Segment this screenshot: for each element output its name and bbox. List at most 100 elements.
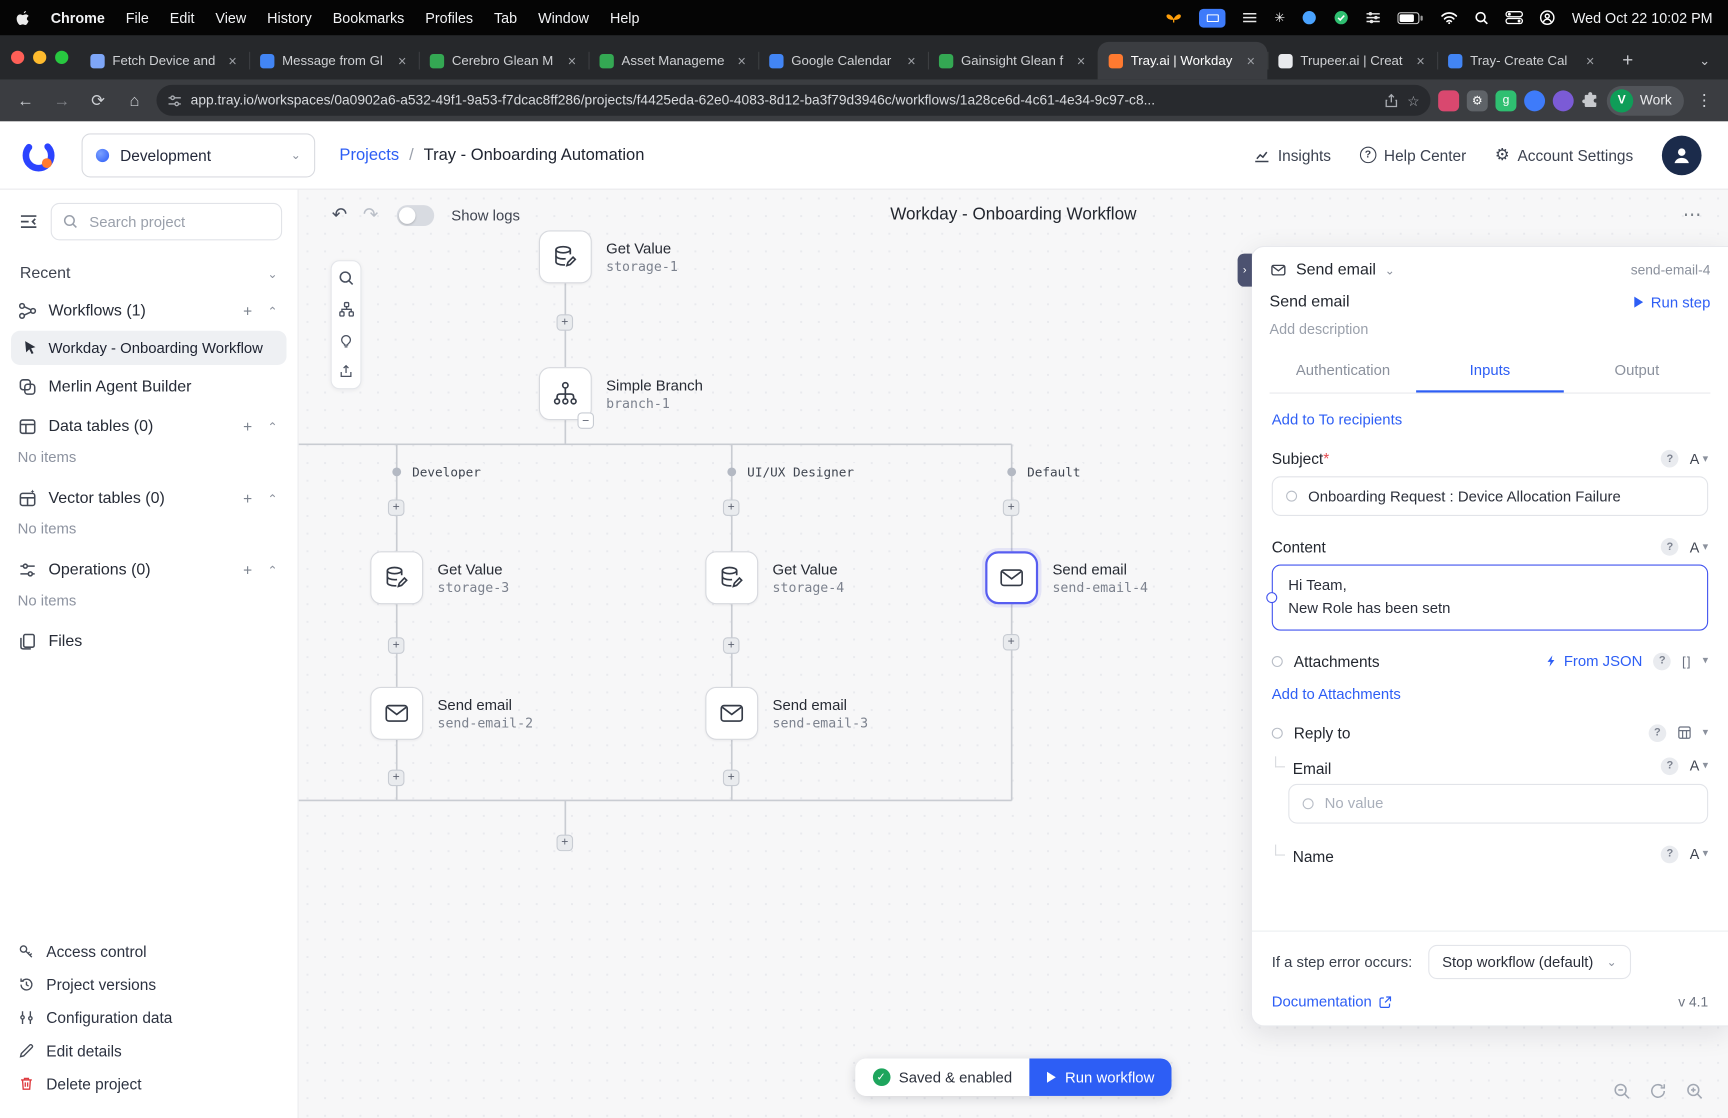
add-step-button[interactable] <box>387 499 405 516</box>
add-step-button[interactable] <box>556 314 574 331</box>
reload-button[interactable]: ⟳ <box>84 86 113 115</box>
account-settings-link[interactable]: ⚙ Account Settings <box>1495 146 1633 164</box>
address-bar[interactable]: app.tray.io/workspaces/0a0902a6-a532-49f… <box>156 84 1431 116</box>
branch-label-default[interactable]: Default <box>1007 463 1084 481</box>
connector-port-active[interactable] <box>1266 591 1278 604</box>
show-logs-toggle[interactable] <box>396 204 434 226</box>
chevron-up-icon[interactable] <box>268 420 278 434</box>
object-type-selector[interactable] <box>1677 726 1691 740</box>
extension-chat-icon[interactable] <box>1524 89 1546 111</box>
chevron-up-icon[interactable] <box>268 304 278 318</box>
browser-tab[interactable]: Cerebro Glean M <box>418 42 589 79</box>
reply-to-email-input[interactable]: No value <box>1288 783 1709 824</box>
tab-output[interactable]: Output <box>1563 351 1710 393</box>
bookmark-star-icon[interactable]: ☆ <box>1407 92 1419 108</box>
screen-mirroring-icon[interactable] <box>1199 8 1226 28</box>
add-step-button[interactable] <box>722 637 740 654</box>
close-tab-icon[interactable] <box>733 52 751 70</box>
sidebar-section-vector-tables[interactable]: Vector tables (0) <box>0 479 298 519</box>
chevron-up-icon[interactable] <box>268 491 278 505</box>
add-step-button[interactable] <box>722 499 740 516</box>
workflow-menu-icon[interactable] <box>1683 204 1704 226</box>
breadcrumb-projects-link[interactable]: Projects <box>339 146 399 165</box>
close-window-button[interactable] <box>11 50 25 64</box>
error-behavior-select[interactable]: Stop workflow (default) <box>1427 944 1632 980</box>
connector-port[interactable] <box>1271 727 1283 739</box>
search-box[interactable] <box>50 202 283 241</box>
add-operation-button[interactable] <box>243 561 252 579</box>
openai-icon[interactable]: ✳ <box>1274 11 1285 24</box>
browser-tab[interactable]: Google Calendar <box>758 42 928 79</box>
control-center-icon[interactable] <box>1505 11 1524 25</box>
menu-view[interactable]: View <box>215 9 246 26</box>
edit-details-link[interactable]: Edit details <box>18 1034 280 1067</box>
field-type-selector[interactable] <box>1690 758 1708 775</box>
menu-history[interactable]: History <box>267 9 312 26</box>
browser-profile-chip[interactable]: V Work <box>1606 85 1684 116</box>
fullscreen-window-button[interactable] <box>55 50 69 64</box>
tab-search-icon[interactable] <box>1693 49 1717 73</box>
run-step-button[interactable]: Run step <box>1634 294 1710 310</box>
wifi-icon[interactable] <box>1441 11 1459 25</box>
menu-help[interactable]: Help <box>610 9 639 26</box>
reset-zoom-icon[interactable] <box>1649 1082 1668 1101</box>
branch-label-developer[interactable]: Developer <box>392 463 485 481</box>
sidebar-section-operations[interactable]: Operations (0) <box>0 550 298 590</box>
search-input[interactable] <box>87 212 270 231</box>
help-center-link[interactable]: Help Center <box>1359 146 1466 164</box>
add-data-table-button[interactable] <box>243 418 252 436</box>
close-tab-icon[interactable] <box>393 52 411 70</box>
close-tab-icon[interactable] <box>563 52 581 70</box>
extension-glean-icon[interactable]: g <box>1495 89 1517 111</box>
chevron-up-icon[interactable] <box>268 563 278 577</box>
field-type-selector[interactable] <box>1690 846 1708 863</box>
branch-label-uiux-designer[interactable]: UI/UX Designer <box>727 463 858 481</box>
collapse-branch-button[interactable] <box>577 412 594 429</box>
close-tab-icon[interactable] <box>1242 52 1260 70</box>
workspace-selector[interactable]: Development <box>81 132 316 177</box>
menu-bookmarks[interactable]: Bookmarks <box>333 9 405 26</box>
menubar-clock[interactable]: Wed Oct 22 10:02 PM <box>1572 9 1713 26</box>
run-workflow-button[interactable]: Run workflow <box>1029 1058 1172 1096</box>
add-step-button[interactable] <box>556 834 574 852</box>
cloud-app-icon[interactable] <box>1302 10 1317 25</box>
add-vector-table-button[interactable] <box>243 490 252 508</box>
menu-edit[interactable]: Edit <box>170 9 195 26</box>
menu-profiles[interactable]: Profiles <box>425 9 473 26</box>
new-tab-button[interactable] <box>1613 46 1642 75</box>
spotlight-search-icon[interactable] <box>1475 10 1489 24</box>
apple-icon[interactable] <box>15 9 29 26</box>
help-icon[interactable] <box>1661 757 1679 775</box>
node-branch-1[interactable]: Simple Branchbranch-1 <box>538 367 703 429</box>
add-step-button[interactable] <box>1002 499 1020 516</box>
forward-button[interactable]: → <box>47 86 76 115</box>
field-type-selector[interactable] <box>1690 450 1708 467</box>
extension-picker-icon[interactable] <box>1438 89 1460 111</box>
insights-link[interactable]: Insights <box>1253 146 1331 164</box>
home-button[interactable]: ⌂ <box>120 86 149 115</box>
add-workflow-button[interactable] <box>243 302 252 320</box>
connector-port[interactable] <box>1271 655 1283 667</box>
browser-tab[interactable]: Gainsight Glean f <box>927 42 1098 79</box>
list-type-selector[interactable] <box>1682 654 1692 669</box>
workflow-canvas[interactable]: ↶ ↷ Show logs Workday - Onboarding Workf… <box>298 189 1728 1118</box>
help-icon[interactable] <box>1653 652 1672 671</box>
canvas-search-icon[interactable] <box>338 270 355 287</box>
site-settings-icon[interactable] <box>168 93 182 107</box>
canvas-map-icon[interactable] <box>338 301 355 318</box>
add-to-attachments-link[interactable]: Add to Attachments <box>1272 686 1708 703</box>
extension-gear-icon[interactable]: ⚙ <box>1466 89 1488 111</box>
menu-chrome[interactable]: Chrome <box>51 9 105 26</box>
share-icon[interactable] <box>1384 93 1398 107</box>
add-step-button[interactable] <box>722 769 740 787</box>
connector-selector[interactable]: Send email <box>1296 261 1376 279</box>
help-icon[interactable] <box>1661 538 1679 556</box>
menu-file[interactable]: File <box>126 9 149 26</box>
configuration-data-link[interactable]: Configuration data <box>18 1001 280 1034</box>
undo-icon[interactable]: ↶ <box>332 204 348 226</box>
sidebar-section-files[interactable]: Files <box>0 622 298 662</box>
add-to-recipients-link[interactable]: Add to To recipients <box>1272 411 1708 428</box>
extensions-puzzle-icon[interactable] <box>1581 92 1599 110</box>
minimize-window-button[interactable] <box>33 50 47 64</box>
user-avatar[interactable] <box>1661 135 1702 175</box>
